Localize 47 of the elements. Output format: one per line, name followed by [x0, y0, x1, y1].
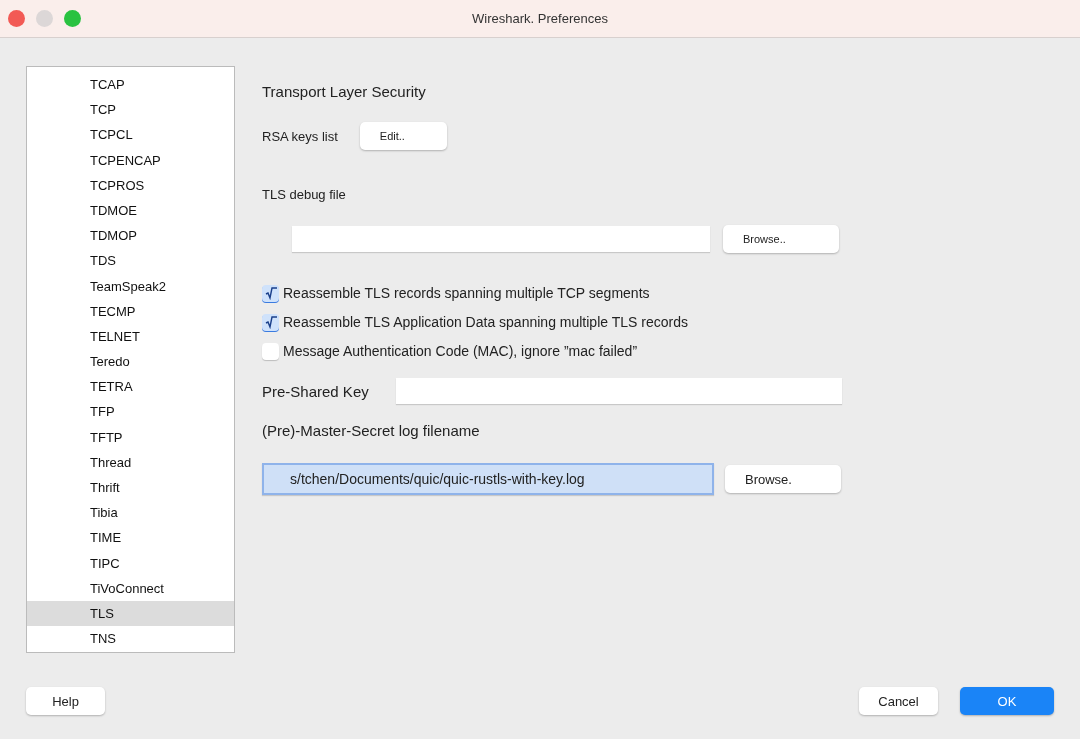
browse-button[interactable]: Browse.: [725, 465, 841, 493]
section-title: Transport Layer Security: [262, 83, 427, 100]
close-window-button[interactable]: [8, 10, 25, 27]
protocol-list-item[interactable]: Teredo: [27, 349, 234, 375]
protocol-list-item[interactable]: TETRA: [27, 374, 234, 400]
help-button[interactable]: Help: [26, 687, 105, 715]
protocol-list-item[interactable]: TLS: [27, 600, 234, 627]
protocol-list-item[interactable]: TCPCL: [27, 122, 234, 148]
protocol-list-item[interactable]: TIPC: [27, 550, 234, 576]
protocol-list-item[interactable]: TECMP: [27, 298, 234, 324]
checkbox[interactable]: [262, 313, 279, 331]
protocol-list-item[interactable]: TELNET: [27, 323, 234, 350]
protocol-list-item[interactable]: TDMOP: [27, 223, 234, 249]
checkbox[interactable]: [262, 342, 279, 360]
zoom-window-button[interactable]: [64, 10, 81, 27]
pre-shared-key-label: Pre-Shared Key: [262, 382, 369, 400]
protocol-list-item[interactable]: TCP: [27, 97, 234, 123]
debug-file-label: TLS debug file: [262, 187, 347, 202]
keylog-filename-label: (Pre)-Master-Secret log filename: [262, 422, 481, 439]
protocol-list-item[interactable]: TCAP: [27, 72, 234, 98]
keylog-filename-field[interactable]: s/tchen/Documents/quic/quic-rustls-with-key.log: [262, 463, 714, 495]
checkbox-label: Message Authentication Code (MAC), ignore ”mac failed”: [283, 343, 638, 359]
rsa-keys-label: RSA keys list: [262, 128, 338, 144]
checkbox[interactable]: [262, 284, 279, 302]
protocol-list-item[interactable]: Thrift: [27, 475, 234, 501]
protocol-list-item[interactable]: TFP: [27, 399, 234, 425]
protocol-list-item[interactable]: TCPENCAP: [27, 147, 234, 173]
protocol-list-item[interactable]: TCPROS: [27, 172, 234, 198]
protocol-list-item[interactable]: TDS: [27, 248, 234, 274]
protocol-list-item[interactable]: TFTP: [27, 424, 234, 450]
window-title: Wireshark. Preferences: [472, 11, 608, 26]
protocol-list-item[interactable]: TIME: [27, 525, 234, 551]
edit-button[interactable]: Edit..: [359, 122, 447, 150]
protocol-list-item[interactable]: TDMOE: [27, 197, 234, 224]
checkbox-label: Reassemble TLS records spanning multiple TCP segments: [283, 285, 650, 301]
debug-file-field[interactable]: [292, 226, 710, 252]
browse-button[interactable]: Browse..: [723, 225, 839, 253]
ok-button[interactable]: OK: [960, 687, 1054, 715]
pre-shared-key-field[interactable]: [395, 378, 842, 404]
cancel-button[interactable]: Cancel: [859, 687, 938, 715]
protocol-list-item[interactable]: TNS: [27, 626, 234, 652]
checkbox-label: Reassemble TLS Application Data spanning multiple TLS records: [283, 314, 688, 330]
protocol-list-item[interactable]: TiVoConnect: [27, 575, 234, 601]
protocol-list-item[interactable]: Tibia: [27, 500, 234, 526]
minimize-window-button[interactable]: [36, 10, 53, 27]
protocol-list-item[interactable]: Thread: [27, 449, 234, 475]
protocol-list-item[interactable]: TeamSpeak2: [27, 273, 234, 299]
